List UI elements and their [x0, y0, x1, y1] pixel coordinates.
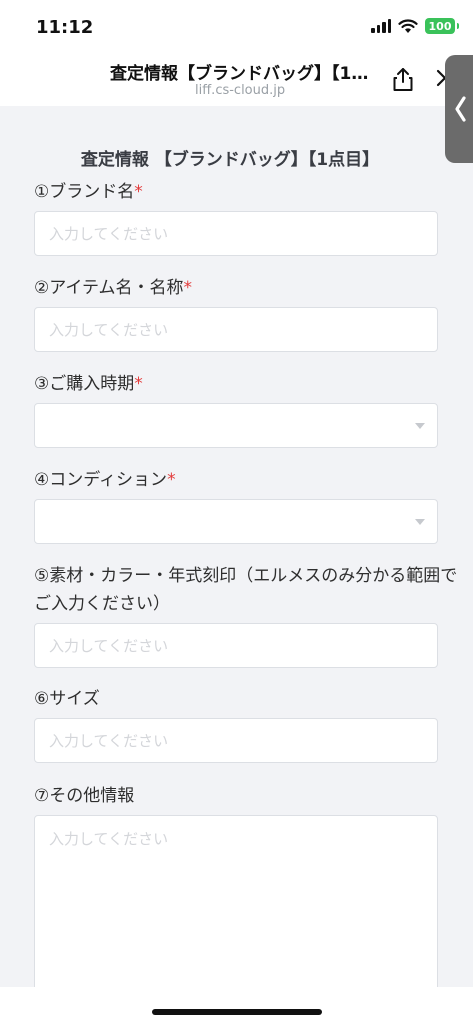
- required-mark: *: [167, 470, 176, 490]
- chevron-down-icon: [415, 519, 425, 525]
- page-title: 査定情報【ブランドバッグ】【1…: [110, 64, 369, 84]
- share-icon[interactable]: [391, 66, 415, 92]
- brand-name-input[interactable]: [34, 211, 438, 256]
- field-label-text: ⑥サイズ: [34, 689, 100, 709]
- wifi-icon: [398, 18, 418, 33]
- form-heading: 査定情報 【ブランドバッグ】【1点目】: [80, 150, 380, 170]
- brand-name-label: ①ブランド名*: [34, 178, 449, 206]
- field-label-text: ⑦その他情報: [34, 786, 135, 806]
- battery-icon: 100: [425, 18, 459, 34]
- purchase-period-select[interactable]: [34, 403, 438, 448]
- home-indicator[interactable]: [152, 1009, 322, 1015]
- status-time: 11:12: [36, 17, 94, 38]
- size-label: ⑥サイズ: [34, 685, 449, 713]
- material-color-input[interactable]: [34, 623, 438, 668]
- condition-select[interactable]: [34, 499, 438, 544]
- status-bar: 11:12 100: [0, 0, 473, 52]
- other-info-textarea[interactable]: [34, 815, 438, 995]
- field-label-text: ②アイテム名・名称: [34, 278, 184, 298]
- size-input[interactable]: [34, 718, 438, 763]
- chevron-down-icon: [415, 423, 425, 429]
- required-mark: *: [134, 374, 143, 394]
- purchase-period-label: ③ご購入時期*: [34, 370, 449, 398]
- field-label-text: ⑤素材・カラー・年式刻印（エルメスのみ分かる範囲でご入力ください）: [34, 566, 458, 614]
- field-label-text: ③ご購入時期: [34, 374, 135, 394]
- status-icons: 100: [371, 18, 459, 34]
- signal-icon: [371, 19, 391, 33]
- material-color-label: ⑤素材・カラー・年式刻印（エルメスのみ分かる範囲でご入力ください）: [0, 562, 460, 618]
- page-domain: liff.cs-cloud.jp: [195, 83, 286, 98]
- field-label-text: ④コンディション: [34, 470, 168, 490]
- required-mark: *: [183, 278, 193, 298]
- condition-label: ④コンディション*: [34, 466, 449, 494]
- item-name-input[interactable]: [34, 307, 438, 352]
- field-label-text: ①ブランド名: [34, 182, 135, 202]
- chevron-left-icon: [455, 96, 466, 122]
- other-info-label: ⑦その他情報: [34, 782, 449, 810]
- item-name-label: ②アイテム名・名称*: [34, 274, 449, 302]
- required-mark: *: [134, 182, 143, 202]
- nav-header: 査定情報【ブランドバッグ】【1… liff.cs-cloud.jp: [0, 52, 473, 106]
- bottom-bar: [0, 987, 473, 1024]
